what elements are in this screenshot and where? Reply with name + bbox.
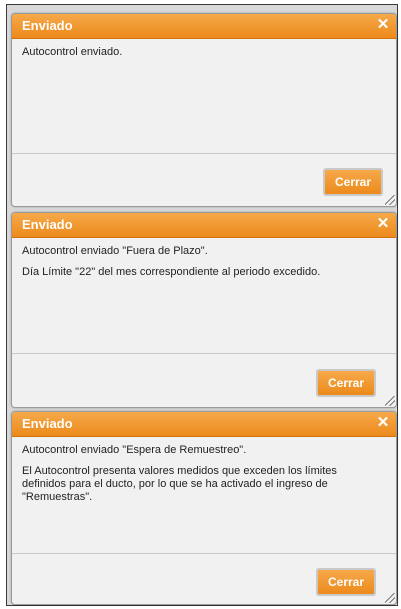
dialog-message: Autocontrol enviado "Fuera de Plazo". Dí…	[22, 245, 382, 287]
close-button[interactable]: Cerrar	[316, 369, 376, 397]
dialog-titlebar[interactable]: Enviado ✕	[12, 213, 396, 238]
dialog-stack: Enviado ✕ Autocontrol enviado. Cerrar En…	[6, 4, 398, 606]
message-line: Autocontrol enviado "Fuera de Plazo".	[22, 245, 208, 257]
dialog-title: Enviado	[22, 416, 73, 431]
close-icon[interactable]: ✕	[374, 414, 392, 432]
close-button[interactable]: Cerrar	[316, 568, 376, 596]
close-icon[interactable]: ✕	[374, 215, 392, 233]
dialog-titlebar[interactable]: Enviado ✕	[12, 412, 396, 437]
resize-grip-icon[interactable]	[385, 396, 395, 406]
sent-dialog: Enviado ✕ Autocontrol enviado. Cerrar	[11, 13, 397, 207]
resize-grip-icon[interactable]	[385, 195, 395, 205]
close-button[interactable]: Cerrar	[323, 168, 383, 196]
divider	[12, 353, 396, 354]
dialog-title: Enviado	[22, 18, 73, 33]
message-line: Día Límite "22" del mes correspondiente …	[22, 266, 321, 278]
close-icon[interactable]: ✕	[374, 16, 392, 34]
divider	[12, 553, 396, 554]
dialog-message: Autocontrol enviado.	[22, 46, 382, 67]
message-line: Autocontrol enviado.	[22, 46, 123, 58]
out-of-time-dialog: Enviado ✕ Autocontrol enviado "Fuera de …	[11, 212, 397, 408]
dialog-message: Autocontrol enviado "Espera de Remuestre…	[22, 444, 382, 512]
resample-dialog: Enviado ✕ Autocontrol enviado "Espera de…	[11, 411, 397, 605]
divider	[12, 153, 396, 154]
dialog-title: Enviado	[22, 217, 73, 232]
message-line: Autocontrol enviado "Espera de Remuestre…	[22, 444, 247, 456]
dialog-titlebar[interactable]: Enviado ✕	[12, 14, 396, 39]
message-line: El Autocontrol presenta valores medidos …	[22, 465, 337, 503]
resize-grip-icon[interactable]	[385, 593, 395, 603]
